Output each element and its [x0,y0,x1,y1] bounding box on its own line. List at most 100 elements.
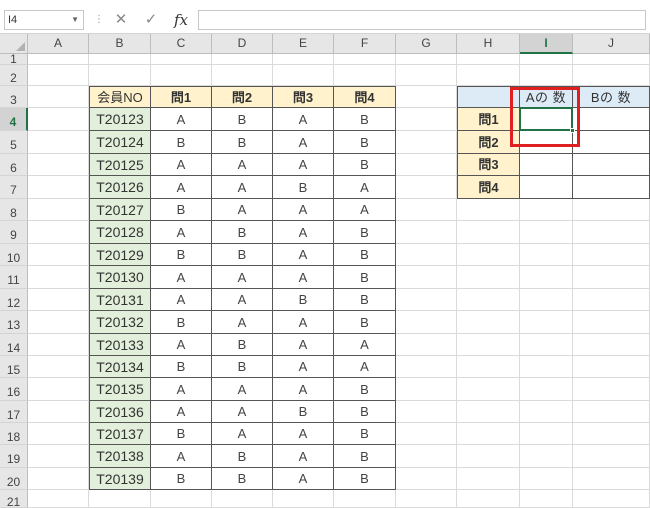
row-header-18[interactable]: 18 [0,423,28,445]
member-id-cell[interactable]: T20125 [89,154,151,176]
count-a-cell[interactable] [520,154,573,176]
grid-cell[interactable] [396,356,457,378]
grid-cell[interactable] [573,378,650,401]
summary-question-label[interactable]: 問3 [457,154,520,176]
row-header-5[interactable]: 5 [0,131,28,154]
row-header-9[interactable]: 9 [0,221,28,244]
grid-cell[interactable] [457,311,520,334]
grid-cell[interactable] [396,131,457,154]
grid-cell[interactable] [457,378,520,401]
answer-cell[interactable]: A [273,154,334,176]
grid-cell[interactable] [151,490,212,508]
answer-cell[interactable]: A [212,311,273,334]
answer-cell[interactable]: A [212,199,273,221]
grid-cell[interactable] [396,199,457,221]
row-header-4[interactable]: 4 [0,108,28,131]
answer-cell[interactable]: A [151,378,212,401]
answer-cell[interactable]: A [273,423,334,445]
grid-cell[interactable] [28,54,89,65]
grid-cell[interactable] [396,154,457,176]
grid-cell[interactable] [573,54,650,65]
member-id-cell[interactable]: T20123 [89,108,151,131]
column-header-a[interactable]: A [28,34,89,54]
grid-cell[interactable] [28,86,89,108]
grid-cell[interactable] [520,289,573,311]
grid-cell[interactable] [520,468,573,490]
row-header-1[interactable]: 1 [0,53,28,65]
answer-cell[interactable]: A [151,154,212,176]
answer-cell[interactable]: B [334,244,396,266]
answer-cell[interactable]: B [212,221,273,244]
answer-cell[interactable]: A [334,356,396,378]
answer-cell[interactable]: A [273,311,334,334]
row-header-3[interactable]: 3 [0,86,28,108]
grid-cell[interactable] [457,401,520,423]
grid-cell[interactable] [457,266,520,289]
answer-cell[interactable]: A [212,401,273,423]
answer-cell[interactable]: A [151,221,212,244]
grid-cell[interactable] [28,423,89,445]
answer-cell[interactable]: B [334,289,396,311]
row-header-21[interactable]: 21 [0,490,28,508]
row-header-12[interactable]: 12 [0,289,28,311]
column-header-e[interactable]: E [273,34,334,54]
member-id-cell[interactable]: T20128 [89,221,151,244]
count-b-cell[interactable] [573,154,650,176]
grid-cell[interactable] [151,54,212,65]
answer-cell[interactable]: A [273,334,334,356]
row-header-20[interactable]: 20 [0,468,28,490]
answer-cell[interactable]: A [273,221,334,244]
answer-cell[interactable]: A [151,176,212,199]
grid-cell[interactable] [89,65,151,86]
row-header-16[interactable]: 16 [0,378,28,401]
column-header-i[interactable]: I [520,34,573,54]
answer-cell[interactable]: A [151,445,212,468]
grid-cell[interactable] [396,490,457,508]
member-id-cell[interactable]: T20126 [89,176,151,199]
answer-cell[interactable]: B [151,311,212,334]
answer-cell[interactable]: B [334,221,396,244]
member-id-cell[interactable]: T20124 [89,131,151,154]
enter-icon[interactable]: ✓ [140,10,162,30]
answer-cell[interactable]: B [151,423,212,445]
answer-cell[interactable]: B [212,334,273,356]
member-id-cell[interactable]: T20134 [89,356,151,378]
grid-cell[interactable] [273,490,334,508]
column-header-b[interactable]: B [89,34,151,54]
grid-cell[interactable] [273,65,334,86]
column-header-j[interactable]: J [573,34,650,54]
grid-cell[interactable] [457,65,520,86]
row-header-13[interactable]: 13 [0,311,28,334]
grid-cell[interactable] [573,199,650,221]
answer-cell[interactable]: A [334,176,396,199]
answer-cell[interactable]: B [334,108,396,131]
grid-cell[interactable] [28,289,89,311]
grid-cell[interactable] [28,378,89,401]
answer-cell[interactable]: A [151,401,212,423]
grid-cell[interactable] [573,445,650,468]
answer-cell[interactable]: B [151,131,212,154]
answer-cell[interactable]: B [212,356,273,378]
grid-cell[interactable] [89,54,151,65]
answer-cell[interactable]: A [273,131,334,154]
answer-cell[interactable]: B [334,266,396,289]
answer-cell[interactable]: A [151,334,212,356]
grid-cell[interactable] [573,65,650,86]
grid-cell[interactable] [573,266,650,289]
grid-cell[interactable] [28,445,89,468]
answer-cell[interactable]: A [334,199,396,221]
grid-cell[interactable] [273,54,334,65]
count-b-cell[interactable] [573,131,650,154]
grid-cell[interactable] [573,401,650,423]
insert-function-icon[interactable]: fx [170,10,192,30]
count-b-cell[interactable] [573,108,650,131]
answer-cell[interactable]: B [334,401,396,423]
grid-cell[interactable] [457,334,520,356]
answer-cell[interactable]: A [212,154,273,176]
grid-cell[interactable] [89,490,151,508]
grid-cell[interactable] [396,244,457,266]
grid-cell[interactable] [457,199,520,221]
formula-input[interactable] [198,10,646,30]
row-header-8[interactable]: 8 [0,199,28,221]
answer-cell[interactable]: B [273,289,334,311]
